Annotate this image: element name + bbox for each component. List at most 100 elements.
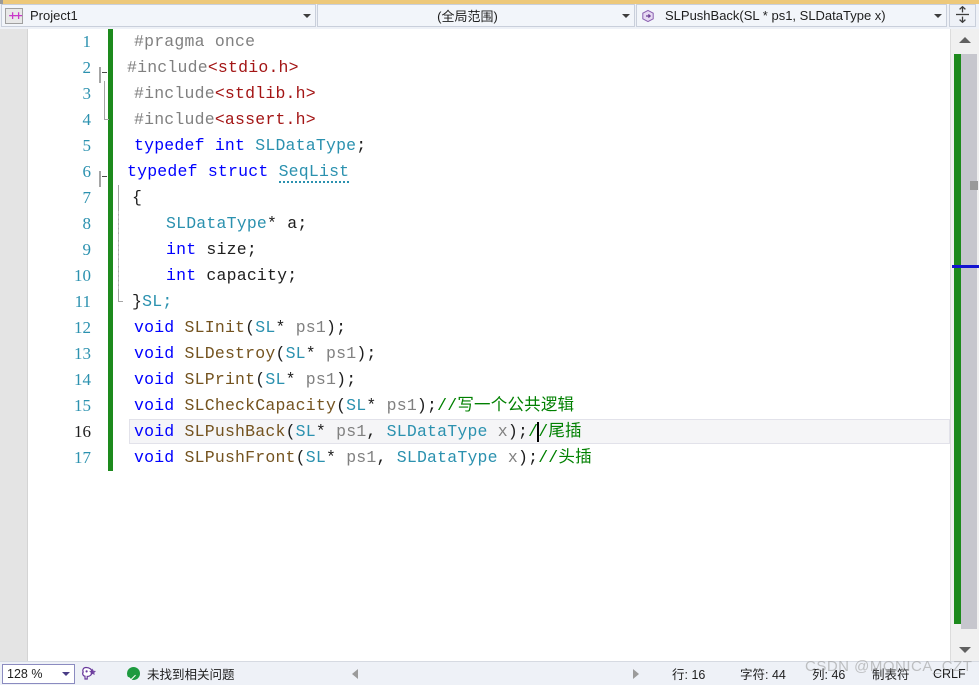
chevron-down-icon[interactable]: [298, 13, 315, 18]
token-punct: (: [285, 422, 296, 441]
token-param: ps1: [336, 422, 367, 441]
code-line[interactable]: 12 void SLInit(SL* ps1);: [29, 315, 950, 341]
fold-guide-line-end: [118, 289, 123, 302]
token-punct: (: [245, 318, 256, 337]
scroll-down-arrow-icon[interactable]: [951, 639, 979, 661]
token-param: ps1: [326, 344, 357, 363]
token-function: SLCheckCapacity: [184, 396, 337, 415]
method-icon: [641, 9, 657, 23]
cpp-project-icon: [5, 7, 23, 24]
line-number: 2: [82, 58, 92, 77]
error-status-text: 未找到相关问题: [147, 668, 235, 682]
token-punct: *: [305, 344, 326, 363]
status-indent-mode[interactable]: 制表符: [872, 664, 910, 683]
indent-guide-line: [118, 263, 120, 289]
fold-toggle-icon[interactable]: [99, 166, 110, 187]
token-type: SLDataType: [396, 448, 498, 467]
code-line[interactable]: 8 SLDataType* a;: [29, 211, 950, 237]
token-keyword: int: [214, 136, 246, 155]
zoom-level-value: 128 %: [7, 666, 43, 681]
line-number: 16: [74, 422, 91, 441]
nav-prev-arrow-icon[interactable]: [352, 668, 358, 679]
code-line[interactable]: 10 int capacity;: [29, 263, 950, 289]
token-type: SL: [346, 396, 367, 415]
change-bar: [108, 237, 113, 263]
token-param: ps1: [386, 396, 417, 415]
line-number: 12: [74, 318, 91, 337]
line-number: 3: [82, 84, 92, 103]
token-type: SL: [305, 448, 326, 467]
line-number: 5: [82, 136, 92, 155]
intellicode-icon[interactable]: [77, 664, 101, 684]
line-number: 14: [74, 370, 91, 389]
project-scope-value: Project1: [30, 8, 78, 23]
code-line[interactable]: 5 typedef int SLDataType;: [29, 133, 950, 159]
token-punct: (: [255, 370, 266, 389]
chevron-down-icon[interactable]: [929, 13, 946, 18]
change-bar: [108, 445, 113, 471]
token-decl: size;: [196, 240, 257, 259]
fold-toggle-icon[interactable]: [99, 62, 110, 83]
code-line[interactable]: 13 void SLDestroy(SL* ps1);: [29, 341, 950, 367]
token-keyword: typedef: [134, 136, 205, 155]
line-number: 17: [74, 448, 91, 467]
code-line[interactable]: 4 #include<assert.h>: [29, 107, 950, 133]
nav-next-arrow-icon[interactable]: [633, 668, 639, 679]
code-line[interactable]: 7 {: [29, 185, 950, 211]
token-type: SLDataType: [386, 422, 488, 441]
token-include-path: <assert.h>: [214, 110, 316, 129]
token-punct: ;: [356, 136, 367, 155]
change-bar: [108, 367, 113, 393]
zoom-level-dropdown[interactable]: 128 %: [2, 663, 75, 684]
code-line[interactable]: 15 void SLCheckCapacity(SL* ps1);//写一个公共…: [29, 393, 950, 419]
navigation-toolbar: Project1 (全局范围) SLPushBack(SL * ps1, SLD…: [0, 4, 979, 29]
change-bar: [108, 107, 113, 133]
selection-margin[interactable]: [0, 29, 28, 661]
code-line[interactable]: 9 int size;: [29, 237, 950, 263]
code-line[interactable]: 3 #include<stdlib.h>: [29, 81, 950, 107]
change-bar: [108, 133, 113, 159]
check-circle-icon: [127, 667, 140, 680]
member-dropdown[interactable]: SLPushBack(SL * ps1, SLDataType x): [636, 4, 947, 27]
line-number: 15: [74, 396, 91, 415]
status-bar: 128 % 未找到相关问题 行: 16 字符: 44 列: 46 制表符 CRL…: [0, 661, 979, 685]
vertical-scrollbar-thumb[interactable]: [961, 54, 977, 629]
token-function: SLDestroy: [184, 344, 276, 363]
change-bar: [108, 263, 113, 289]
token-punct: );: [326, 318, 347, 337]
vertical-scrollbar[interactable]: [950, 29, 979, 661]
change-bar: [108, 81, 113, 107]
token-punct: {: [132, 188, 143, 207]
code-line[interactable]: 16 void SLPushBack(SL* ps1, SLDataType x…: [29, 419, 950, 445]
token-punct: }: [132, 292, 143, 311]
code-surface[interactable]: 1 #pragma once 2 #include<stdio.h> 3 #in…: [29, 29, 950, 661]
code-line[interactable]: 11 }SL;: [29, 289, 950, 315]
code-line[interactable]: 2 #include<stdio.h>: [29, 55, 950, 83]
token-punct: (: [275, 344, 286, 363]
error-status[interactable]: 未找到相关问题: [127, 664, 235, 683]
project-scope-dropdown[interactable]: Project1: [1, 4, 316, 27]
line-number: 11: [74, 292, 91, 311]
code-line[interactable]: 1 #pragma once: [29, 29, 950, 55]
line-number: 1: [82, 32, 92, 51]
code-line[interactable]: 17 void SLPushFront(SL* ps1, SLDataType …: [29, 445, 950, 471]
scrollbar-caret-marker: [952, 265, 979, 268]
code-line[interactable]: 14 void SLPrint(SL* ps1);: [29, 367, 950, 393]
split-window-button[interactable]: [949, 4, 976, 27]
token-param: x: [487, 422, 508, 441]
line-number: 10: [74, 266, 91, 285]
change-bar: [108, 211, 113, 237]
token-preprocessor: #include: [134, 84, 215, 103]
scroll-up-arrow-icon[interactable]: [951, 29, 979, 51]
chevron-down-icon[interactable]: [57, 671, 74, 676]
token-comment: //头插: [538, 448, 592, 467]
change-bar: [108, 29, 113, 55]
global-scope-dropdown[interactable]: (全局范围): [317, 4, 635, 27]
chevron-down-icon[interactable]: [617, 13, 634, 18]
text-caret: [537, 422, 539, 442]
code-editor[interactable]: 1 #pragma once 2 #include<stdio.h> 3 #in…: [0, 29, 979, 661]
code-line[interactable]: 6 typedef struct SeqList: [29, 159, 950, 187]
token-keyword: void: [134, 318, 175, 337]
status-line-ending[interactable]: CRLF: [933, 667, 966, 681]
vertical-scrollbar-track[interactable]: [951, 51, 979, 639]
